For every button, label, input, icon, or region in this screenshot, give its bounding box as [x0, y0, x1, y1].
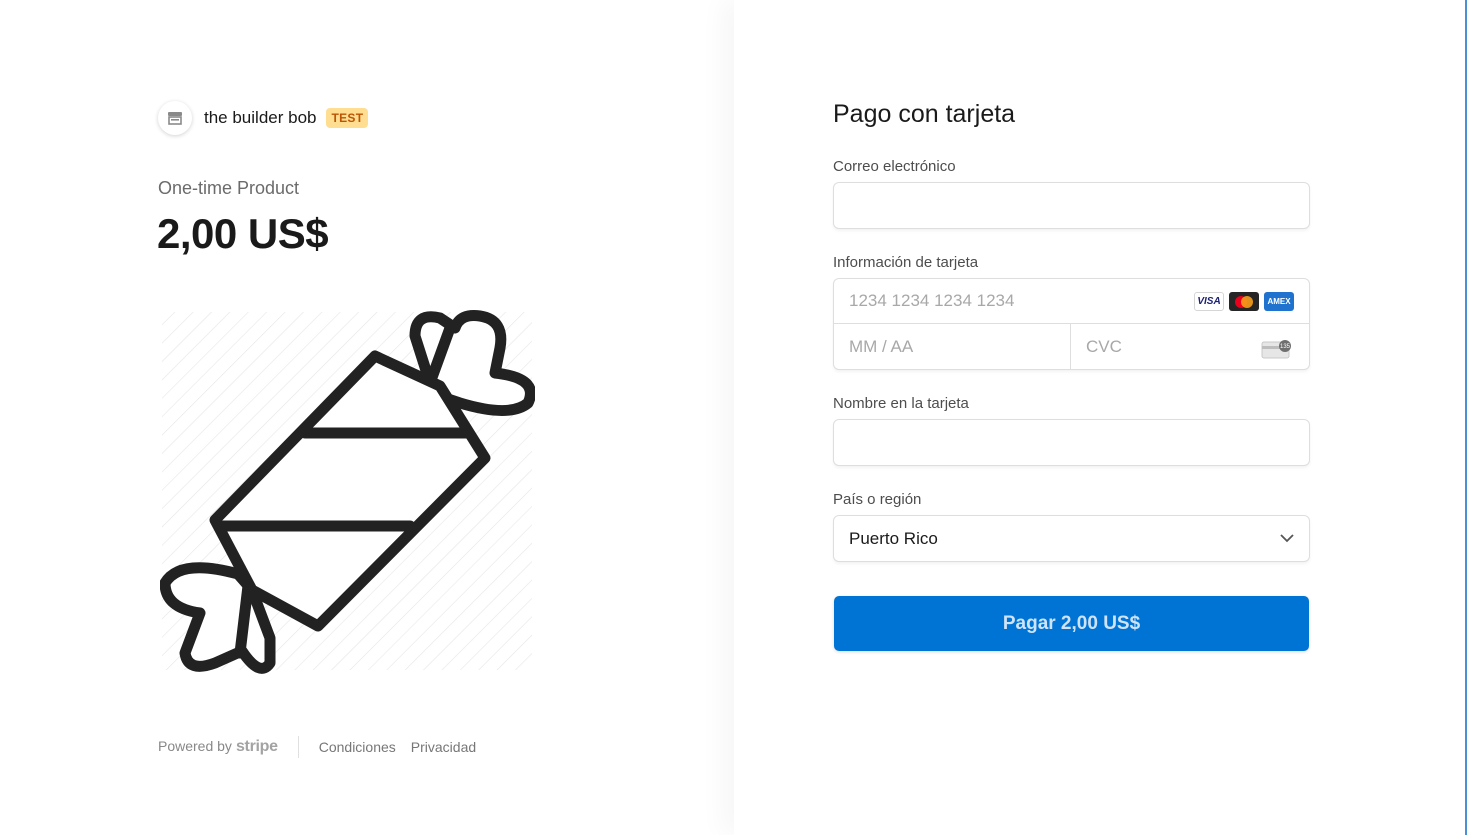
store-icon[interactable]	[158, 101, 192, 135]
country-select[interactable]: Puerto Rico	[833, 515, 1310, 562]
stripe-logo: stripe	[235, 738, 278, 755]
privacy-link[interactable]: Privacidad	[411, 739, 476, 755]
merchant-name[interactable]: the builder bob	[204, 108, 316, 128]
card-expiry-field[interactable]	[834, 324, 1071, 369]
card-brands: VISA AMEX	[1194, 292, 1294, 311]
country-value: Puerto Rico	[849, 528, 938, 548]
powered-by-label: Powered by	[158, 738, 232, 754]
email-field[interactable]	[833, 182, 1310, 229]
form-title: Pago con tarjeta	[833, 100, 1016, 128]
card-info-label: Información de tarjeta	[833, 254, 979, 271]
product-image	[159, 308, 536, 674]
footer: Powered by stripe Condiciones Privacidad	[158, 736, 491, 758]
pay-button[interactable]: Pagar 2,00 US$	[834, 596, 1309, 651]
footer-divider	[297, 736, 299, 758]
cvc-card-icon: 135	[1261, 339, 1293, 364]
visa-icon: VISA	[1194, 292, 1224, 311]
candy-icon	[159, 310, 536, 674]
test-mode-badge: TEST	[326, 108, 369, 128]
email-label: Correo electrónico	[833, 158, 956, 175]
powered-by[interactable]: Powered by stripe	[158, 738, 278, 756]
cvc-icon-text: 135	[1280, 344, 1291, 350]
product-name: One-time Product	[158, 178, 300, 198]
cardholder-name-field[interactable]	[833, 419, 1310, 466]
mastercard-icon	[1229, 292, 1259, 311]
payment-form: Pago con tarjeta Correo electrónico Info…	[833, 100, 1310, 651]
amex-icon: AMEX	[1264, 292, 1294, 311]
chevron-down-icon	[1280, 530, 1294, 548]
product-price: 2,00 US$	[157, 210, 329, 257]
merchant-header: the builder bob TEST	[158, 101, 369, 135]
order-summary-pane: the builder bob TEST One-time Product 2,…	[0, 0, 734, 835]
terms-link[interactable]: Condiciones	[319, 739, 396, 755]
cardholder-name-label: Nombre en la tarjeta	[833, 395, 969, 412]
country-label: País o región	[833, 491, 922, 508]
card-info-group: VISA AMEX 135	[833, 278, 1310, 370]
